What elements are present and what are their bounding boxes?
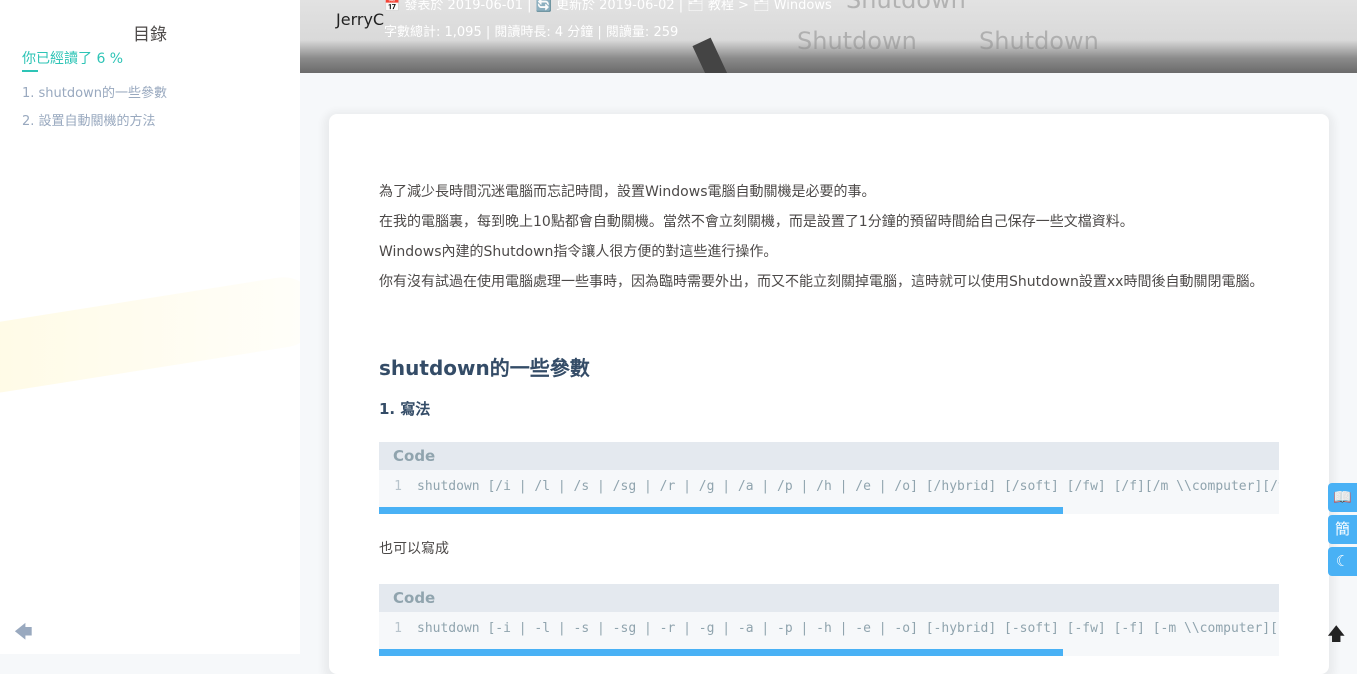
post-meta-stats: 字數總計: 1,095 | 閱讀時長: 4 分鐘 | 閱讀量: 259	[384, 25, 679, 40]
article-paragraph: 在我的電腦裏，每到晚上10點都會自動關機。當然不會立刻關機，而是設置了1分鐘的預…	[379, 214, 1134, 230]
toc-item-auto-shutdown-method[interactable]: 2. 設置自動關機的方法	[22, 110, 156, 129]
header-image-streak	[692, 37, 728, 73]
header-ghost-text: Shutdown	[797, 27, 917, 55]
toc-sidebar: 目錄 你已經讀了 6 % 1. shutdown的一些參數 2. 設置自動關機的…	[0, 0, 300, 654]
arrow-up-icon[interactable]: 🡅	[1327, 622, 1346, 652]
line-number: 1	[394, 621, 402, 636]
subsection-title: 寫法	[400, 400, 431, 418]
article-paragraph: 你有沒有試過在使用電腦處理一些事時，因為臨時需要外出，而又不能立刻關掉電腦，這時…	[379, 274, 1264, 290]
code-text: shutdown [-i | -l | -s | -sg | -r | -g |…	[417, 621, 1279, 636]
reading-progress-underline	[22, 70, 38, 72]
moon-icon[interactable]: ☾	[1328, 547, 1357, 576]
code-line[interactable]: 1 shutdown [-i | -l | -s | -sg | -r | -g …	[379, 612, 1279, 656]
subsection-heading: 1. 寫法	[379, 398, 430, 419]
code-block-label: Code	[379, 442, 1279, 470]
header-ghost-text: Shutdown	[979, 27, 1099, 55]
header-ghost-text: Shutdown	[846, 0, 966, 14]
code-block: Code 1 shutdown [/i | /l | /s | /sg | /r …	[379, 442, 1279, 514]
code-block-label: Code	[379, 584, 1279, 612]
book-icon[interactable]: 📖	[1328, 483, 1357, 512]
toc-title: 目錄	[133, 25, 167, 45]
article-paragraph: 為了減少長時間沉迷電腦而忘記時間，設置Windows電腦自動關機是必要的事。	[379, 184, 876, 200]
post-meta-dates: 📅 發表於 2019-06-01 | 🔄 更新於 2019-06-02 | 🗂 …	[384, 0, 832, 13]
article-paragraph: 也可以寫成	[379, 541, 449, 557]
reading-progress: 你已經讀了 6 %	[22, 51, 124, 67]
toc-item-shutdown-params[interactable]: 1. shutdown的一些參數	[22, 82, 167, 101]
code-scrollbar[interactable]	[379, 507, 1063, 514]
code-text: shutdown [/i | /l | /s | /sg | /r | /g |…	[417, 479, 1279, 494]
subsection-number: 1.	[379, 400, 396, 418]
author-name[interactable]: JerryC	[336, 10, 384, 29]
simplified-chinese-icon[interactable]: 簡	[1328, 515, 1357, 544]
code-line[interactable]: 1 shutdown [/i | /l | /s | /sg | /r | /g …	[379, 470, 1279, 514]
line-number: 1	[394, 479, 402, 494]
post-header: Shutdown Shutdown Shutdown JerryC 📅 發表於 …	[300, 0, 1357, 73]
sidebar-decoration	[0, 272, 300, 398]
article-card: 為了減少長時間沉迷電腦而忘記時間，設置Windows電腦自動關機是必要的事。 在…	[329, 114, 1329, 674]
article-paragraph: Windows內建的Shutdown指令讓人很方便的對這些進行操作。	[379, 244, 778, 260]
arrow-left-icon[interactable]: 🡄	[14, 620, 33, 650]
code-block: Code 1 shutdown [-i | -l | -s | -sg | -r …	[379, 584, 1279, 656]
section-heading: shutdown的一些參數	[379, 356, 590, 380]
code-scrollbar[interactable]	[379, 649, 1063, 656]
